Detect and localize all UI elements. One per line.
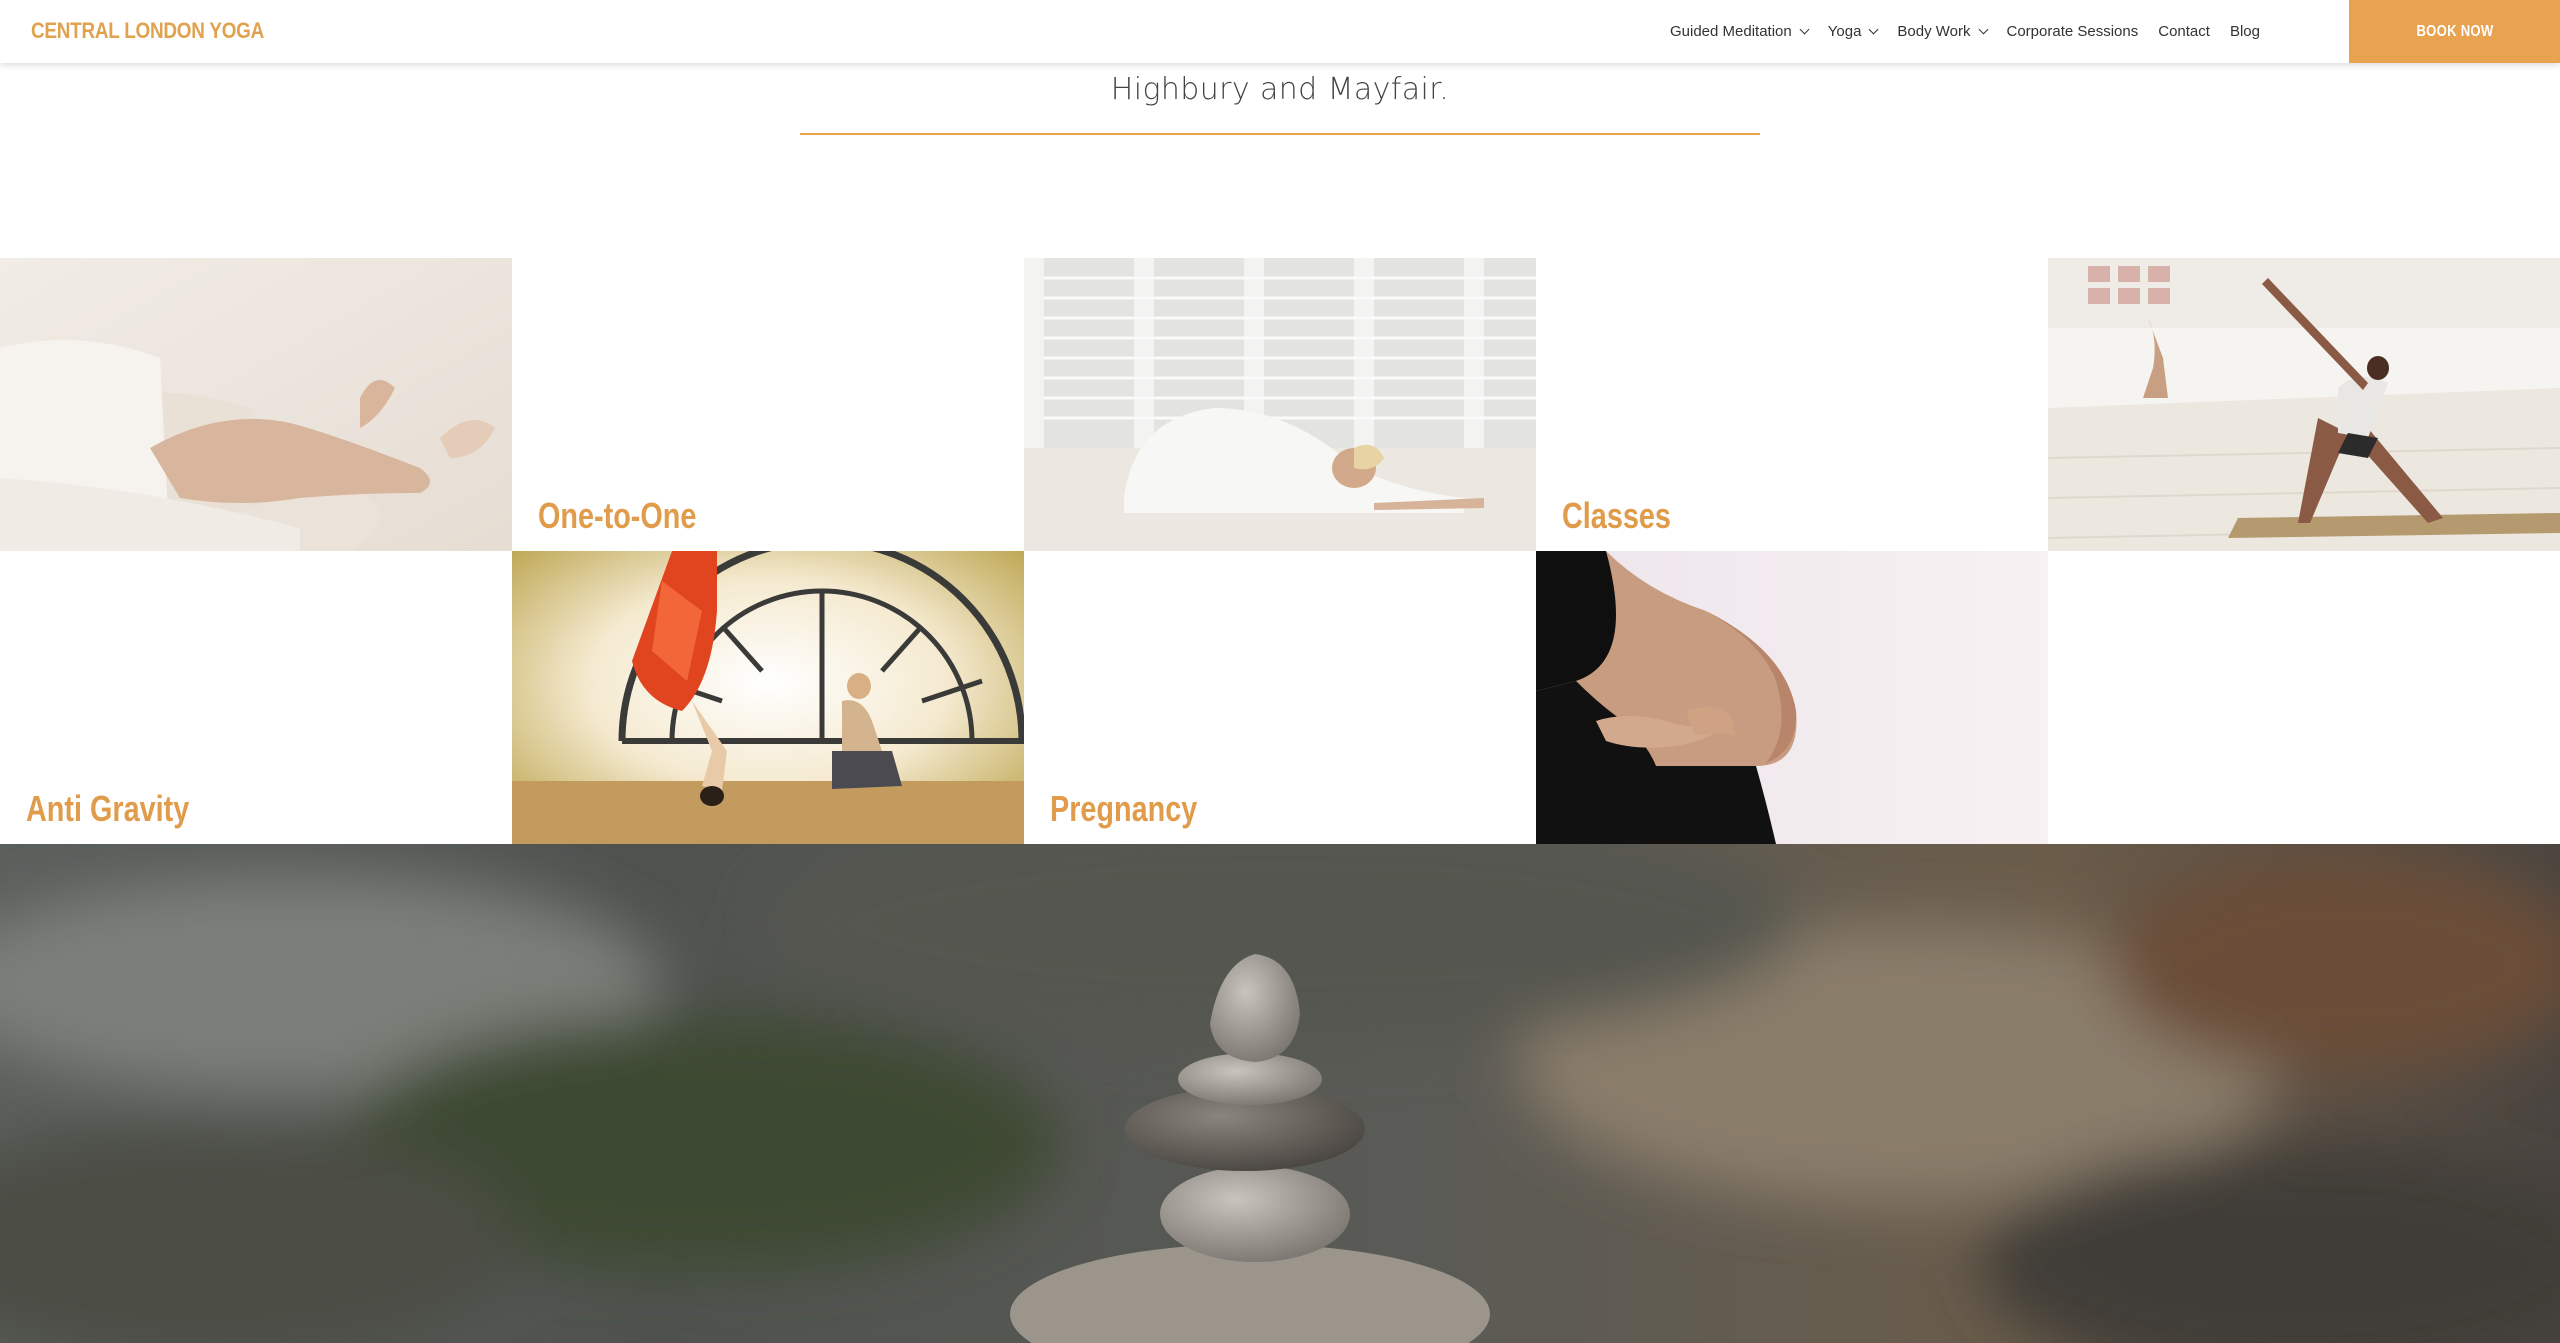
nav-yoga[interactable]: Yoga bbox=[1827, 23, 1879, 40]
pregnancy-image[interactable] bbox=[1536, 551, 2048, 844]
empty-tile bbox=[2048, 551, 2560, 844]
nav-label: Corporate Sessions bbox=[2006, 23, 2139, 40]
nav-label: Guided Meditation bbox=[1670, 23, 1792, 40]
intro-divider bbox=[800, 133, 1760, 135]
nav-blog[interactable]: Blog bbox=[2230, 23, 2260, 40]
meditation-hands-image[interactable] bbox=[0, 258, 512, 551]
chevron-down-icon bbox=[1978, 24, 1988, 35]
book-now-button[interactable]: BOOK NOW bbox=[2349, 0, 2560, 63]
nav-label: Yoga bbox=[1827, 23, 1862, 40]
intro-text: Highbury and Mayfair. bbox=[1110, 72, 1450, 107]
pregnancy-tile[interactable]: Pregnancy bbox=[1024, 551, 1536, 844]
book-now-label: BOOK NOW bbox=[2415, 22, 2494, 40]
anti-gravity-tile[interactable]: Anti Gravity bbox=[0, 551, 512, 844]
nav-label: Contact bbox=[2158, 23, 2210, 40]
stacked-stones-hero-image bbox=[0, 844, 2560, 1343]
yoga-class-image[interactable] bbox=[2048, 258, 2560, 551]
classes-label: Classes bbox=[1562, 495, 1671, 536]
nav-body-work[interactable]: Body Work bbox=[1897, 23, 1988, 40]
one-to-one-label: One-to-One bbox=[538, 495, 697, 536]
pregnancy-label: Pregnancy bbox=[1050, 788, 1198, 829]
nav-label: Blog bbox=[2229, 23, 2260, 40]
anti-gravity-label: Anti Gravity bbox=[26, 788, 190, 829]
childs-pose-image[interactable] bbox=[1024, 258, 1536, 551]
main-nav: Guided Meditation Yoga Body Work Corpora… bbox=[1670, 0, 2280, 63]
site-header: CENTRAL LONDON YOGA Guided Meditation Yo… bbox=[0, 0, 2560, 63]
chevron-down-icon bbox=[1868, 24, 1879, 35]
classes-tile[interactable]: Classes bbox=[1536, 258, 2048, 551]
chevron-down-icon bbox=[1799, 24, 1810, 35]
one-to-one-tile[interactable]: One-to-One bbox=[512, 258, 1024, 551]
nav-corporate-sessions[interactable]: Corporate Sessions bbox=[2007, 23, 2139, 40]
nav-label: Body Work bbox=[1897, 23, 1971, 40]
site-logo[interactable]: CENTRAL LONDON YOGA bbox=[31, 18, 264, 44]
nav-contact[interactable]: Contact bbox=[2158, 23, 2210, 40]
nav-guided-meditation[interactable]: Guided Meditation bbox=[1670, 23, 1810, 40]
anti-gravity-image[interactable] bbox=[512, 551, 1024, 844]
